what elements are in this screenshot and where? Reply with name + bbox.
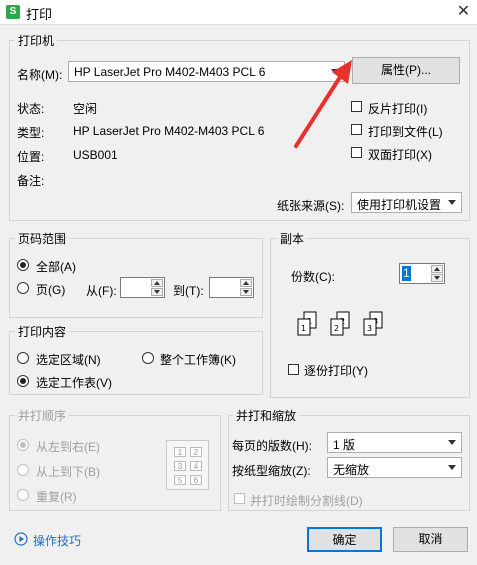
grid-cell: 2: [190, 447, 202, 457]
printer-group-title: 打印机: [15, 32, 58, 49]
spin-up-icon[interactable]: [151, 279, 163, 287]
status-value: 空闲: [73, 102, 98, 116]
type-value: HP LaserJet Pro M402-M403 PCL 6: [73, 124, 265, 138]
location-value: USB001: [73, 148, 118, 162]
scale-label: 按纸型缩放(Z):: [232, 464, 311, 478]
selection-label[interactable]: 选定区域(N): [36, 351, 101, 368]
collate-order-title: 并打顺序: [15, 407, 70, 424]
grid-cell: 6: [190, 475, 202, 485]
grid-cell: 4: [190, 461, 202, 471]
left-to-right-label[interactable]: 从左到右(E): [36, 438, 100, 455]
title-bar: [0, 0, 477, 25]
whole-workbook-label[interactable]: 整个工作簿(K): [160, 351, 236, 368]
status-label: 状态:: [17, 102, 45, 116]
spin-down-icon[interactable]: [151, 288, 163, 296]
type-label: 类型:: [17, 126, 45, 140]
print-content-title: 打印内容: [15, 323, 70, 340]
page-to-label: 到(T):: [173, 284, 204, 298]
cancel-button[interactable]: 取消: [393, 527, 468, 552]
comment-label: 备注:: [17, 174, 45, 188]
page-range-title: 页码范围: [15, 230, 70, 247]
reverse-print-label[interactable]: 反片打印(I): [368, 100, 427, 117]
svg-text:2: 2: [334, 324, 339, 333]
selection-radio[interactable]: [17, 352, 29, 364]
copies-count-input[interactable]: 1: [399, 263, 445, 284]
page-range-all-radio[interactable]: [17, 259, 29, 271]
grid-cell: 1: [174, 447, 186, 457]
left-to-right-radio[interactable]: [17, 439, 29, 451]
copies-count-label: 份数(C):: [291, 270, 335, 284]
collate-order-preview: 1 2 3 4 5 6: [166, 440, 209, 490]
app-icon: S: [6, 5, 20, 19]
top-to-bottom-label[interactable]: 从上到下(B): [36, 463, 100, 480]
close-icon[interactable]: ✕: [450, 0, 477, 24]
svg-text:3: 3: [367, 324, 372, 333]
tips-link[interactable]: 操作技巧: [33, 532, 81, 549]
annotation-arrow-icon: [294, 60, 352, 148]
pages-per-sheet-label: 每页的版数(H):: [232, 439, 312, 453]
repeat-label[interactable]: 重复(R): [36, 488, 77, 505]
paper-source-value: 使用打印机设置: [357, 198, 442, 212]
printer-name-value: HP LaserJet Pro M402-M403 PCL 6: [74, 65, 266, 79]
spin-down-icon[interactable]: [431, 274, 443, 282]
scale-select[interactable]: 无缩放: [327, 457, 462, 478]
svg-text:1: 1: [301, 324, 306, 333]
page-range-pages-radio[interactable]: [17, 282, 29, 294]
print-to-file-label[interactable]: 打印到文件(L): [368, 123, 443, 140]
paper-source-select[interactable]: 使用打印机设置: [351, 192, 462, 213]
collate-label[interactable]: 逐份打印(Y): [304, 362, 368, 379]
chevron-down-icon: [448, 465, 456, 470]
pages-per-sheet-select[interactable]: 1 版: [327, 432, 462, 453]
page-from-label: 从(F):: [86, 284, 117, 298]
pages-per-sheet-value: 1 版: [333, 438, 356, 452]
page-from-input[interactable]: [120, 277, 165, 298]
collate-pages-icon: 1 1 2 2 3 3: [297, 311, 383, 336]
play-tips-icon[interactable]: [14, 532, 28, 546]
window-title: 打印: [26, 7, 53, 22]
spin-down-icon[interactable]: [240, 288, 252, 296]
top-to-bottom-radio[interactable]: [17, 464, 29, 476]
spin-up-icon[interactable]: [431, 265, 443, 273]
zoom-title: 并打和缩放: [233, 407, 300, 424]
copies-count-value: 1: [402, 266, 411, 281]
page-range-pages-label[interactable]: 页(G): [36, 281, 65, 298]
grid-cell: 3: [174, 461, 186, 471]
page-to-input[interactable]: [209, 277, 254, 298]
properties-button[interactable]: 属性(P)...: [352, 57, 460, 84]
page-range-all-label[interactable]: 全部(A): [36, 258, 76, 275]
draw-lines-checkbox[interactable]: [234, 493, 245, 504]
repeat-radio[interactable]: [17, 489, 29, 501]
ok-button[interactable]: 确定: [307, 527, 382, 552]
copies-title: 副本: [277, 230, 308, 247]
printer-name-label: 名称(M):: [17, 68, 63, 82]
scale-value: 无缩放: [333, 463, 370, 477]
duplex-print-label[interactable]: 双面打印(X): [368, 146, 432, 163]
collate-checkbox[interactable]: [288, 364, 299, 375]
spin-up-icon[interactable]: [240, 279, 252, 287]
chevron-down-icon: [448, 200, 456, 205]
whole-workbook-radio[interactable]: [142, 352, 154, 364]
selected-sheet-label[interactable]: 选定工作表(V): [36, 374, 112, 391]
location-label: 位置:: [17, 150, 45, 164]
chevron-down-icon: [448, 440, 456, 445]
paper-source-label: 纸张来源(S):: [277, 199, 345, 213]
grid-cell: 5: [174, 475, 186, 485]
selected-sheet-radio[interactable]: [17, 375, 29, 387]
draw-lines-label[interactable]: 并打时绘制分割线(D): [250, 492, 363, 509]
